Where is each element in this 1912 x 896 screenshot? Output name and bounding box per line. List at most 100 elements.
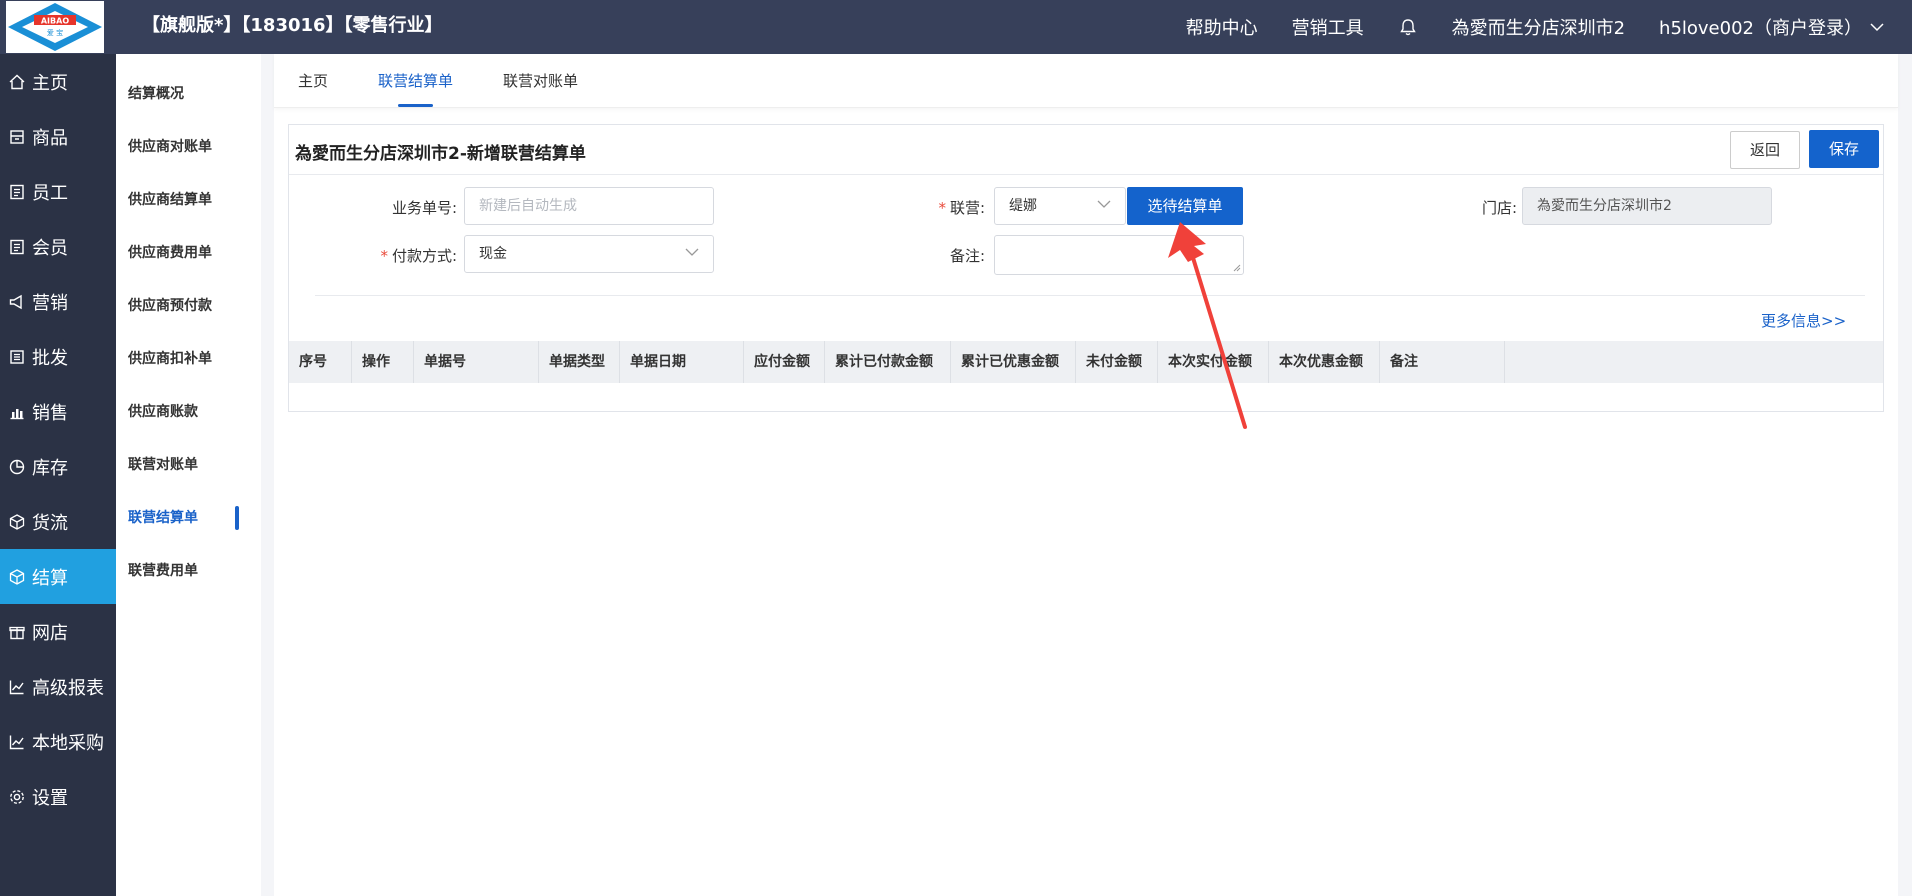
col-header: 备注 (1380, 341, 1505, 383)
nav-label: 会员 (32, 237, 68, 259)
nav-item-logistics[interactable]: 货流 (0, 494, 116, 549)
gift-icon (9, 626, 25, 639)
nav-label: 营销 (32, 292, 68, 314)
table-header: 序号 操作 单据号 单据类型 单据日期 应付金额 累计已付款金额 累计已优惠金额… (289, 341, 1883, 383)
pay-method-select[interactable]: 现金 (464, 235, 714, 273)
line-chart-icon (9, 680, 24, 694)
nav-item-staff[interactable]: 员工 (0, 164, 116, 219)
nav-label: 货流 (32, 512, 68, 534)
store-label: 门店: (1481, 199, 1517, 217)
help-center-link[interactable]: 帮助中心 (1186, 14, 1258, 40)
nav-item-marketing[interactable]: 营销 (0, 274, 116, 329)
col-header: 本次实付金额 (1158, 341, 1269, 383)
subnav-item[interactable]: 供应商预付款 (116, 278, 261, 331)
col-header: 累计已优惠金额 (951, 341, 1076, 383)
nav-item-reports[interactable]: 高级报表 (0, 659, 116, 714)
svg-text:AIBAO: AIBAO (41, 17, 69, 26)
home-icon (9, 74, 25, 89)
cube-icon (9, 568, 25, 585)
svg-text:爱 宝: 爱 宝 (47, 28, 63, 37)
pie-icon (9, 459, 25, 474)
nav-item-sales[interactable]: 销售 (0, 384, 116, 439)
chevron-down-icon (1870, 22, 1884, 31)
nav-item-member[interactable]: 会员 (0, 219, 116, 274)
member-icon (10, 239, 24, 254)
subnav-item[interactable]: 供应商费用单 (116, 225, 261, 278)
nav-label: 批发 (32, 347, 68, 369)
nav-item-webstore[interactable]: 网店 (0, 604, 116, 659)
col-header: 累计已付款金额 (825, 341, 951, 383)
subnav-item[interactable]: 联营费用单 (116, 543, 261, 596)
sub-nav: 结算概况 供应商对账单 供应商结算单 供应商费用单 供应商预付款 供应商扣补单 … (116, 54, 261, 896)
staff-icon (10, 184, 24, 199)
save-button[interactable]: 保存 (1809, 130, 1879, 168)
user-menu[interactable]: h5love002（商户登录） (1659, 14, 1884, 40)
joint-select[interactable]: 缇娜 (994, 187, 1126, 225)
settlement-panel: 為愛而生分店深圳市2-新增联营结算单 返回 保存 业务单号: 新建后自动生成 *… (288, 124, 1884, 412)
nav-item-wholesale[interactable]: 批发 (0, 329, 116, 384)
store-name[interactable]: 為愛而生分店深圳市2 (1452, 14, 1625, 40)
remark-label: 备注: (949, 247, 985, 265)
chevron-down-icon (1097, 200, 1111, 208)
main-nav: 主页 商品 员工 会员 营销 批发 销售 库存 货流 结算 网店 高级报表 本地… (0, 54, 116, 896)
joint-label: * 联营: (938, 199, 985, 217)
user-label: h5love002（商户登录） (1659, 18, 1862, 39)
nav-item-local-purchase[interactable]: 本地采购 (0, 714, 116, 769)
bell-icon[interactable] (1398, 17, 1418, 37)
marketing-tools-link[interactable]: 营销工具 (1292, 14, 1364, 40)
logo[interactable]: AIBAO 爱 宝 (6, 1, 104, 53)
nav-label: 商品 (32, 127, 68, 149)
nav-item-inventory[interactable]: 库存 (0, 439, 116, 494)
pay-method-value: 现金 (479, 246, 507, 262)
bar-chart-icon (10, 408, 24, 419)
nav-label: 库存 (32, 457, 68, 479)
tab-joint-statement[interactable]: 联营对账单 (503, 70, 578, 107)
pay-method-label: * 付款方式: (380, 247, 457, 265)
subnav-item-active[interactable]: 联营结算单 (116, 490, 261, 543)
logo-icon: AIBAO 爱 宝 (6, 1, 104, 53)
goods-icon (10, 129, 24, 144)
settlement-table: 序号 操作 单据号 单据类型 单据日期 应付金额 累计已付款金额 累计已优惠金额… (289, 341, 1883, 413)
nav-item-goods[interactable]: 商品 (0, 109, 116, 164)
nav-label: 员工 (32, 182, 68, 204)
subnav-item[interactable]: 供应商对账单 (116, 119, 261, 172)
tab-bar: 主页 联营结算单 联营对账单 (274, 54, 1898, 108)
subnav-item[interactable]: 供应商扣补单 (116, 331, 261, 384)
store-field: 為愛而生分店深圳市2 (1522, 187, 1772, 225)
select-pending-button[interactable]: 选待结算单 (1127, 187, 1243, 225)
top-bar: AIBAO 爱 宝 【旗舰版*】【183016】【零售行业】 帮助中心 营销工具… (0, 0, 1912, 54)
app-meta: 【旗舰版*】【183016】【零售行业】 (142, 15, 443, 36)
biz-no-input[interactable]: 新建后自动生成 (464, 187, 714, 225)
subnav-item[interactable]: 联营对账单 (116, 437, 261, 490)
col-header: 操作 (352, 341, 414, 383)
nav-label: 网店 (32, 622, 68, 644)
col-header: 单据日期 (620, 341, 744, 383)
gear-icon (10, 789, 24, 804)
biz-no-label: 业务单号: (391, 199, 457, 217)
table-body (289, 383, 1883, 413)
nav-item-home[interactable]: 主页 (0, 54, 116, 109)
tab-home[interactable]: 主页 (298, 70, 328, 107)
col-header: 序号 (289, 341, 352, 383)
list-icon (10, 349, 24, 364)
col-header: 单据号 (414, 341, 539, 383)
page-title: 為愛而生分店深圳市2-新增联营结算单 (295, 144, 586, 164)
nav-label: 主页 (32, 72, 68, 94)
subnav-item[interactable]: 供应商结算单 (116, 172, 261, 225)
nav-label: 销售 (32, 402, 68, 424)
divider (315, 295, 1865, 296)
subnav-item[interactable]: 结算概况 (116, 66, 261, 119)
panel-header: 為愛而生分店深圳市2-新增联营结算单 返回 保存 (289, 125, 1883, 175)
tab-joint-settlement[interactable]: 联营结算单 (378, 70, 453, 107)
joint-value: 缇娜 (1009, 198, 1037, 214)
megaphone-icon (9, 294, 22, 309)
more-info-link[interactable]: 更多信息>> (1761, 310, 1846, 331)
col-header: 应付金额 (744, 341, 825, 383)
resize-handle-icon[interactable] (1233, 264, 1241, 272)
subnav-item[interactable]: 供应商账款 (116, 384, 261, 437)
nav-item-settings[interactable]: 设置 (0, 769, 116, 824)
back-button[interactable]: 返回 (1730, 131, 1800, 169)
remark-textarea[interactable] (994, 235, 1244, 275)
nav-label: 结算 (32, 567, 68, 589)
nav-item-settlement[interactable]: 结算 (0, 549, 116, 604)
